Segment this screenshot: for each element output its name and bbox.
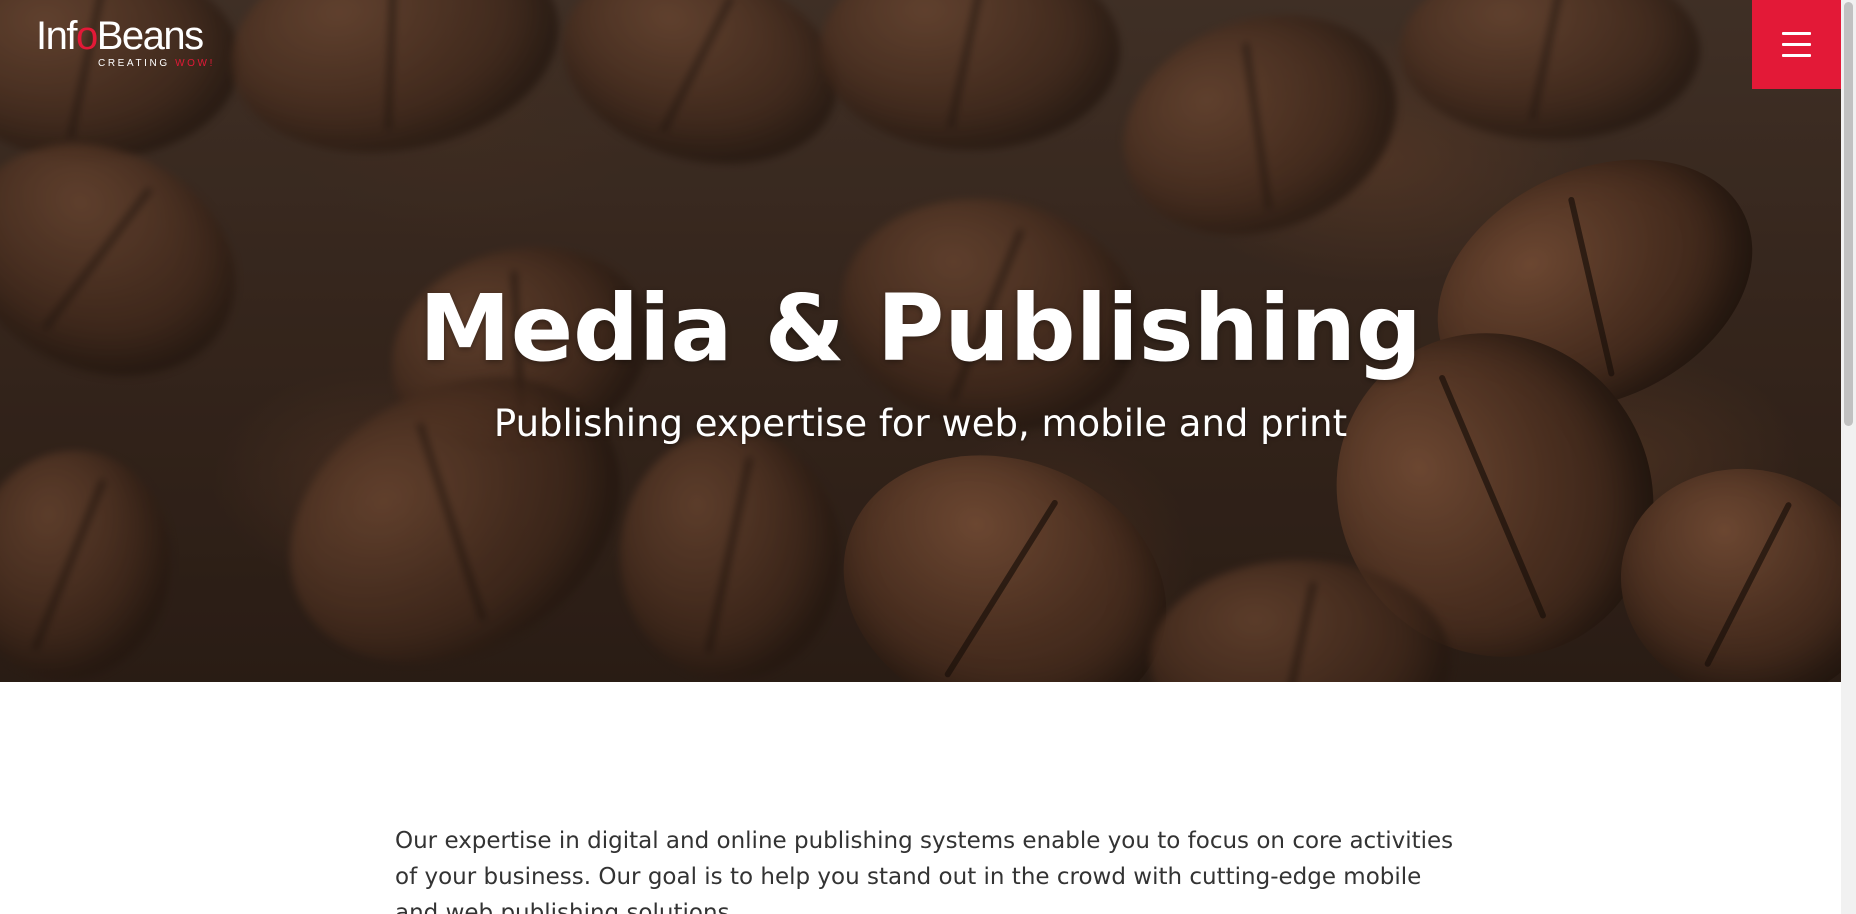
logo-tagline: CREATING WOW! [98, 58, 215, 69]
hamburger-bar [1782, 43, 1811, 46]
logo-ring: o [75, 14, 98, 58]
hero-banner: Media & Publishing Publishing expertise … [0, 0, 1841, 682]
page: Media & Publishing Publishing expertise … [0, 0, 1856, 914]
logo-tagline-text: CREATING [98, 58, 176, 69]
page-scrollbar[interactable] [1841, 0, 1856, 914]
intro-paragraph: Our expertise in digital and online publ… [395, 828, 1454, 914]
logo-text: Inf [36, 14, 77, 58]
scrollbar-thumb[interactable] [1844, 2, 1853, 426]
page-subtitle: Publishing expertise for web, mobile and… [493, 402, 1348, 445]
logo-text: Beans [96, 14, 204, 58]
infobeans-logo[interactable]: InfoBeans CREATING WOW! [36, 14, 226, 74]
logo-tagline-accent: WOW! [175, 58, 215, 69]
menu-button[interactable] [1752, 0, 1841, 89]
hamburger-bar [1782, 54, 1811, 57]
hamburger-bar [1782, 32, 1811, 35]
logo-wordmark: InfoBeans [36, 14, 204, 58]
page-title: Media & Publishing [419, 274, 1422, 382]
content-area: Media & Publishing Publishing expertise … [0, 0, 1841, 914]
